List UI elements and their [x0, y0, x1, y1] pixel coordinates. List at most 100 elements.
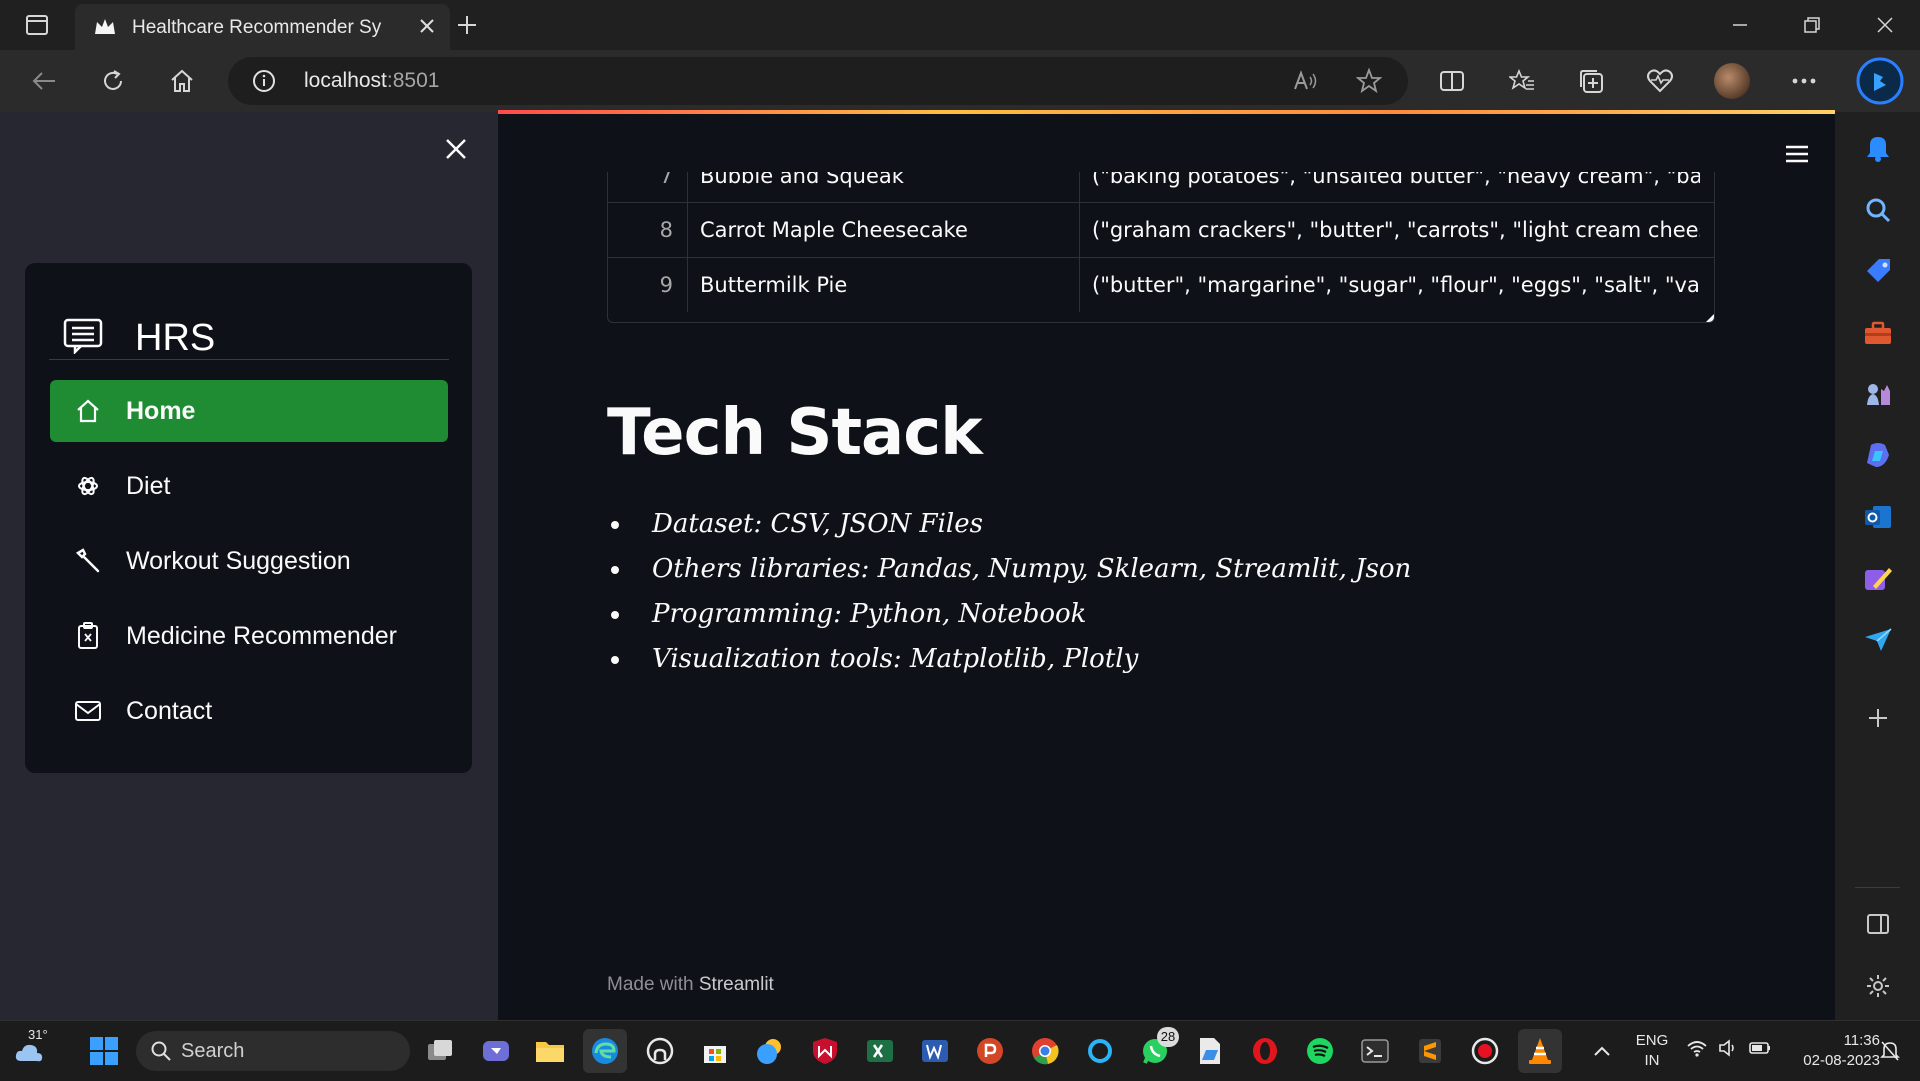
menu-item-label: Medicine Recommender	[126, 621, 397, 650]
ingredients-cell[interactable]: ("graham crackers", "butter", "carrots",…	[1080, 203, 1700, 257]
edge-taskbar-button[interactable]	[583, 1029, 627, 1073]
list-item: Programming: Python, Notebook	[607, 592, 1411, 637]
cortana-button[interactable]	[1078, 1029, 1122, 1073]
toolbox-icon	[1864, 321, 1891, 344]
url-text: localhost:8501	[304, 69, 439, 93]
browser-tab[interactable]: Healthcare Recommender System	[75, 4, 450, 50]
opera-button[interactable]	[1243, 1029, 1287, 1073]
file-explorer-button[interactable]	[528, 1029, 572, 1073]
settings-more-button[interactable]	[1776, 50, 1832, 112]
task-view-button[interactable]	[418, 1029, 462, 1073]
outlook-button[interactable]	[1835, 495, 1920, 539]
copilot-button[interactable]	[1835, 434, 1920, 478]
start-button[interactable]	[82, 1029, 126, 1073]
recipes-dataframe[interactable]: 7 Bubble and Squeak ("baking potatoes", …	[607, 172, 1715, 323]
house-icon	[50, 398, 126, 424]
streamlit-link[interactable]: Streamlit	[699, 974, 774, 995]
send-button[interactable]	[1835, 618, 1920, 662]
excel-button[interactable]	[858, 1029, 902, 1073]
menu-item-diet[interactable]: Diet	[50, 455, 448, 517]
file-app-button[interactable]	[1188, 1029, 1232, 1073]
profile-avatar-button[interactable]	[1704, 50, 1760, 112]
close-tab-icon[interactable]	[417, 16, 437, 40]
show-hidden-icons-button[interactable]	[1580, 1029, 1624, 1073]
minimize-button[interactable]	[1705, 0, 1775, 50]
recorder-button[interactable]	[1463, 1029, 1507, 1073]
menu-item-medicine[interactable]: Medicine Recommender	[50, 605, 448, 667]
more-dots-icon	[1792, 78, 1816, 84]
chevron-up-icon	[1594, 1046, 1610, 1056]
vlc-button[interactable]	[1518, 1029, 1562, 1073]
hamburger-menu-button[interactable]	[1784, 144, 1810, 168]
tab-actions-button[interactable]	[12, 0, 62, 50]
tech-stack-list: Dataset: CSV, JSON Files Others librarie…	[607, 502, 1411, 682]
sublime-button[interactable]	[1408, 1029, 1452, 1073]
restore-button[interactable]	[1777, 0, 1847, 50]
recipe-name-cell[interactable]: Carrot Maple Cheesecake	[688, 203, 1080, 257]
menu-item-workout[interactable]: Workout Suggestion	[50, 530, 448, 592]
resize-handle[interactable]	[1706, 314, 1714, 322]
app-button[interactable]	[638, 1029, 682, 1073]
favorites-button[interactable]	[1494, 50, 1550, 112]
search-sidebar-button[interactable]	[1835, 188, 1920, 232]
designer-button[interactable]	[1835, 557, 1920, 601]
windows-taskbar: 31° Search 28 ENG IN 11:36 02-08-2023	[0, 1020, 1920, 1081]
menu-item-home[interactable]: Home	[50, 380, 448, 442]
weather-widget[interactable]: 31°	[8, 1027, 58, 1073]
terminal-button[interactable]	[1353, 1029, 1397, 1073]
menu-item-contact[interactable]: Contact	[50, 680, 448, 742]
sidebar-settings-button[interactable]	[1835, 964, 1920, 1008]
folder-icon	[536, 1042, 564, 1062]
taskbar-search[interactable]: Search	[136, 1031, 410, 1071]
list-item: Others libraries: Pandas, Numpy, Sklearn…	[607, 547, 1411, 592]
new-tab-button[interactable]	[455, 0, 479, 50]
spotify-button[interactable]	[1298, 1029, 1342, 1073]
tab-title: Healthcare Recommender System	[132, 17, 382, 38]
back-button[interactable]	[16, 50, 72, 112]
ingredients-cell[interactable]: ("baking potatoes", "unsalted butter", "…	[1080, 172, 1700, 203]
word-button[interactable]	[913, 1029, 957, 1073]
chrome-button[interactable]	[1023, 1029, 1067, 1073]
region-code: IN	[1644, 1052, 1660, 1069]
close-icon	[1877, 17, 1893, 33]
hide-sidebar-button[interactable]	[1835, 902, 1920, 946]
menu-item-label: Contact	[126, 696, 213, 725]
home-button[interactable]	[154, 50, 210, 112]
read-aloud-icon[interactable]	[1293, 69, 1319, 97]
store-button[interactable]	[693, 1029, 737, 1073]
close-sidebar-button[interactable]	[444, 137, 468, 165]
powerpoint-button[interactable]	[968, 1029, 1012, 1073]
divider	[1855, 887, 1900, 888]
clock[interactable]: 11:36 02-08-2023	[1776, 1031, 1880, 1071]
reload-button[interactable]	[85, 50, 141, 112]
teams-button[interactable]	[474, 1029, 518, 1073]
collections-button[interactable]	[1563, 50, 1619, 112]
weather-app-button[interactable]	[748, 1029, 792, 1073]
favorite-star-icon[interactable]	[1355, 67, 1383, 98]
copilot-icon	[1866, 443, 1889, 467]
video-chat-icon	[483, 1041, 509, 1061]
browser-essentials-button[interactable]	[1632, 50, 1688, 112]
recipe-name-cell[interactable]: Bubble and Squeak	[688, 172, 1080, 203]
search-icon	[1866, 198, 1890, 223]
notifications-button[interactable]	[1835, 126, 1920, 170]
recipe-name-cell[interactable]: Buttermilk Pie	[688, 258, 1080, 312]
split-screen-button[interactable]	[1424, 50, 1480, 112]
notification-center-button[interactable]	[1870, 1029, 1910, 1073]
menu-title: HRS	[135, 317, 216, 359]
add-sidebar-app-button[interactable]	[1835, 696, 1920, 740]
ingredients-cell[interactable]: ("butter", "margarine", "sugar", "flour"…	[1080, 258, 1700, 312]
input-language[interactable]: ENG IN	[1632, 1031, 1672, 1071]
restore-icon	[1804, 17, 1820, 33]
shopping-button[interactable]	[1835, 249, 1920, 293]
games-button[interactable]	[1835, 372, 1920, 416]
address-bar[interactable]: localhost:8501	[228, 57, 1408, 105]
designer-icon	[1864, 568, 1892, 590]
mcafee-button[interactable]	[803, 1029, 847, 1073]
tools-button[interactable]	[1835, 311, 1920, 355]
close-window-button[interactable]	[1850, 0, 1920, 50]
site-info-icon[interactable]	[252, 69, 276, 97]
system-tray[interactable]	[1686, 1039, 1772, 1057]
bing-copilot-button[interactable]	[1850, 50, 1910, 112]
whatsapp-button[interactable]: 28	[1133, 1027, 1179, 1073]
